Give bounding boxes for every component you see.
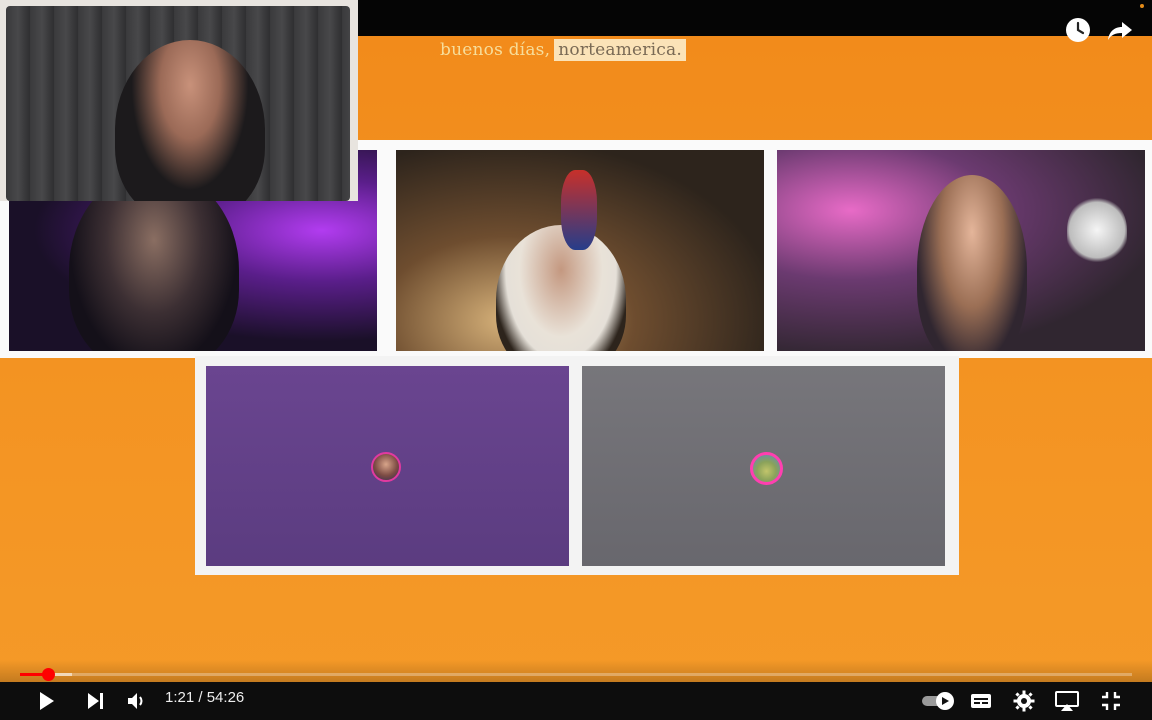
autoplay-toggle-icon xyxy=(922,692,954,710)
settings-icon xyxy=(1013,690,1035,712)
airplay-button[interactable] xyxy=(1052,686,1082,716)
background-figure xyxy=(561,170,597,250)
reactor-webcam xyxy=(0,0,358,201)
share-icon[interactable] xyxy=(1106,16,1134,44)
participant-avatar-1 xyxy=(371,452,401,482)
settings-button[interactable] xyxy=(1009,686,1039,716)
greeting-highlight: norteamerica. xyxy=(554,39,686,61)
overlay-greeting: buenos días, norteamerica. xyxy=(440,39,686,61)
participant-avatar-2 xyxy=(750,452,783,485)
scrubber-handle[interactable] xyxy=(41,668,55,681)
airplay-icon xyxy=(1055,691,1079,711)
plush-figure xyxy=(1067,195,1127,265)
subtitles-button[interactable] xyxy=(966,686,996,716)
participant-figure xyxy=(917,175,1027,351)
next-button[interactable] xyxy=(80,686,110,716)
exit-fullscreen-icon xyxy=(1102,692,1120,710)
exit-fullscreen-button[interactable] xyxy=(1096,686,1126,716)
status-dot xyxy=(1140,4,1144,8)
play-icon xyxy=(40,692,54,710)
participant-tile-2 xyxy=(396,150,764,351)
duration: 54:26 xyxy=(206,689,245,706)
play-button[interactable] xyxy=(31,686,61,716)
subtitles-icon xyxy=(971,694,991,708)
time-display: 1:21 / 54:26 xyxy=(165,689,244,706)
current-time: 1:21 xyxy=(165,689,195,706)
participant-figure xyxy=(496,225,626,351)
volume-icon xyxy=(128,693,143,709)
next-icon xyxy=(88,693,103,709)
video-player[interactable]: buenos días, norteamerica. 1:21 / 54:26 xyxy=(0,0,1152,720)
volume-button[interactable] xyxy=(121,686,151,716)
greeting-prefix: buenos días, xyxy=(440,40,551,60)
watch-later-icon[interactable] xyxy=(1064,16,1092,44)
participant-tile-3 xyxy=(777,150,1145,351)
time-separator: / xyxy=(194,689,207,706)
autoplay-toggle[interactable] xyxy=(921,686,957,716)
progress-bar[interactable] xyxy=(20,673,1132,676)
